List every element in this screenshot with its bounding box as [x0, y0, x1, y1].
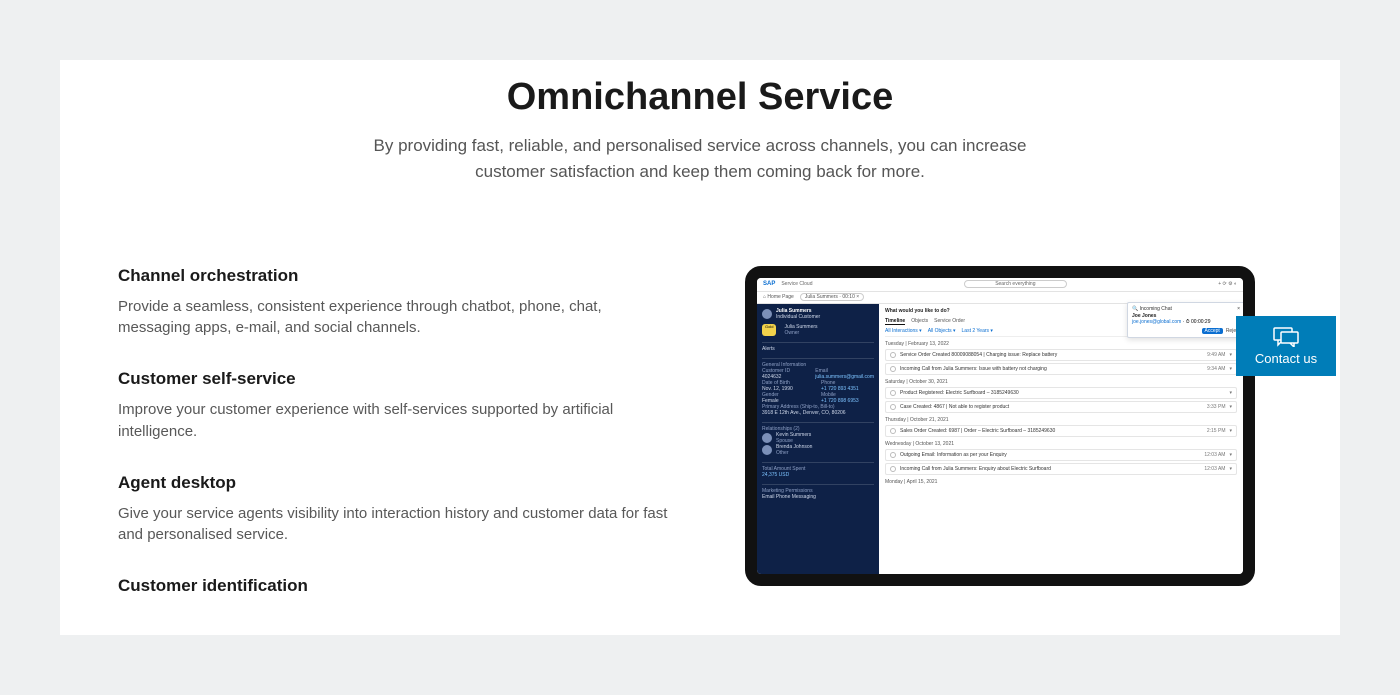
feature-title-0: Channel orchestration [118, 266, 678, 286]
row-icon [890, 452, 896, 458]
row-text: Product Registered: Electric Surfboard –… [900, 390, 1221, 396]
home-link[interactable]: ⌂ Home Page [763, 294, 794, 300]
row-meta: 9:49 AM [1207, 352, 1225, 358]
filter-interactions[interactable]: All Interactions ▾ [885, 328, 922, 334]
sidebar-col2sub: Owner [784, 330, 799, 336]
page-title: Omnichannel Service [60, 60, 1340, 119]
feature-body-0: Provide a seamless, consistent experienc… [118, 296, 678, 340]
tab-timeline[interactable]: Timeline [885, 318, 905, 325]
breadcrumb-pill[interactable]: Julia Summers · 00:10 × [800, 293, 864, 301]
feature-body-2: Give your service agents visibility into… [118, 503, 678, 547]
feature-title-1: Customer self-service [118, 369, 678, 389]
timeline-row[interactable]: Service Order Created 80009088054 | Char… [885, 349, 1237, 361]
day-header: Tuesday | February 13, 2022 [885, 341, 1237, 347]
row-text: Incoming Call from Julia Summers: Issue … [900, 366, 1203, 372]
day-header: Thursday | October 21, 2021 [885, 417, 1237, 423]
chevron-down-icon[interactable]: ▾ [1229, 390, 1232, 396]
content-row: Channel orchestration Provide a seamless… [60, 186, 1340, 607]
accept-button[interactable]: Accept [1202, 328, 1223, 334]
tablet-mock: SAP Service Cloud Search everything + ⟳ … [745, 266, 1255, 586]
day-header: Monday | April 15, 2021 [885, 479, 1237, 485]
main-panel: What would you like to do? Message + Cre… [879, 304, 1243, 574]
topbar-icons[interactable]: + ⟳ ⚙ ◐ [1218, 281, 1237, 287]
row-text: Sales Order Created: 6987 | Order – Elec… [900, 428, 1203, 434]
chevron-down-icon[interactable]: ▾ [1229, 452, 1232, 458]
popup-email[interactable]: joe.jones@global.com [1132, 319, 1181, 325]
day-header: Saturday | October 30, 2021 [885, 379, 1237, 385]
filter-objects[interactable]: All Objects ▾ [928, 328, 956, 334]
row-meta: 3:33 PM [1207, 404, 1226, 410]
day-header: Wednesday | October 13, 2021 [885, 441, 1237, 447]
row-meta: 12:03 AM [1204, 466, 1225, 472]
chevron-down-icon[interactable]: ▾ [1229, 352, 1232, 358]
contact-us-button[interactable]: Contact us [1236, 316, 1336, 376]
tab-service-order[interactable]: Service Order [934, 318, 965, 325]
sidebar: Julia Summers Individual Customer Gold J… [757, 304, 879, 574]
app-body: Julia Summers Individual Customer Gold J… [757, 304, 1243, 574]
row-icon [890, 466, 896, 472]
timeline-row[interactable]: Incoming Call from Julia Summers: Enquir… [885, 463, 1237, 475]
row-meta: 9:34 AM [1207, 366, 1225, 372]
rel2-role: Other [776, 450, 789, 456]
chevron-down-icon[interactable]: ▾ [1229, 466, 1232, 472]
sidebar-role: Individual Customer [776, 314, 820, 320]
incoming-chat-popup: 🔍 Incoming Chat × Joe Jones joe.jones@gl… [1127, 302, 1245, 338]
features-column: Channel orchestration Provide a seamless… [118, 266, 678, 607]
tab-objects[interactable]: Objects [911, 318, 928, 325]
search-input[interactable]: Search everything [964, 280, 1066, 288]
chat-icon [1273, 327, 1299, 347]
filter-range[interactable]: Last 2 Years ▾ [962, 328, 993, 334]
row-meta: 12:03 AM [1204, 452, 1225, 458]
row-icon [890, 404, 896, 410]
row-meta: 2:15 PM [1207, 428, 1226, 434]
mobile-value[interactable]: +1 720 898 6953 [821, 398, 874, 404]
gender-value: Female [762, 398, 815, 404]
feature-title-3: Customer identification [118, 576, 678, 596]
row-icon [890, 352, 896, 358]
row-text: Outgoing Email: Information as per your … [900, 452, 1200, 458]
addr-value: 3918 E 12th Ave., Denver, CO, 80206 [762, 410, 874, 416]
page-card: Omnichannel Service By providing fast, r… [60, 60, 1340, 635]
feature-title-2: Agent desktop [118, 473, 678, 493]
row-text: Case Created: 4867 | Not able to registe… [900, 404, 1203, 410]
row-icon [890, 390, 896, 396]
popup-header: Incoming Chat [1140, 306, 1172, 312]
alerts-section: Alerts [762, 342, 874, 352]
contact-us-label: Contact us [1255, 351, 1317, 366]
brand-label: SAP [763, 281, 775, 287]
chevron-down-icon[interactable]: ▾ [1229, 428, 1232, 434]
timeline-row[interactable]: Case Created: 4867 | Not able to registe… [885, 401, 1237, 413]
timeline-row[interactable]: Product Registered: Electric Surfboard –… [885, 387, 1237, 399]
product-label: Service Cloud [781, 281, 812, 287]
gold-badge: Gold [762, 324, 776, 336]
page-subtitle: By providing fast, reliable, and persona… [360, 133, 1040, 186]
timeline-row[interactable]: Incoming Call from Julia Summers: Issue … [885, 363, 1237, 375]
mkt-items: Email Phone Messaging [762, 494, 874, 500]
close-icon[interactable]: × [1237, 306, 1240, 312]
row-icon [890, 428, 896, 434]
row-icon [890, 366, 896, 372]
row-text: Incoming Call from Julia Summers: Enquir… [900, 466, 1200, 472]
total-value: 24,375 USD [762, 472, 874, 478]
timeline-row[interactable]: Outgoing Email: Information as per your … [885, 449, 1237, 461]
row-text: Service Order Created 80009088054 | Char… [900, 352, 1203, 358]
avatar [762, 309, 772, 319]
screenshot-column: SAP Service Cloud Search everything + ⟳ … [718, 266, 1282, 607]
chevron-down-icon[interactable]: ▾ [1229, 366, 1232, 372]
popup-sla: 00:00:29 [1191, 319, 1210, 325]
app-topbar: SAP Service Cloud Search everything + ⟳ … [757, 278, 1243, 292]
search-wrap: Search everything [818, 280, 1212, 288]
feature-body-1: Improve your customer experience with se… [118, 399, 678, 443]
timeline-row[interactable]: Sales Order Created: 6987 | Order – Elec… [885, 425, 1237, 437]
chevron-down-icon[interactable]: ▾ [1229, 404, 1232, 410]
what-do: What would you like to do? [885, 308, 950, 314]
